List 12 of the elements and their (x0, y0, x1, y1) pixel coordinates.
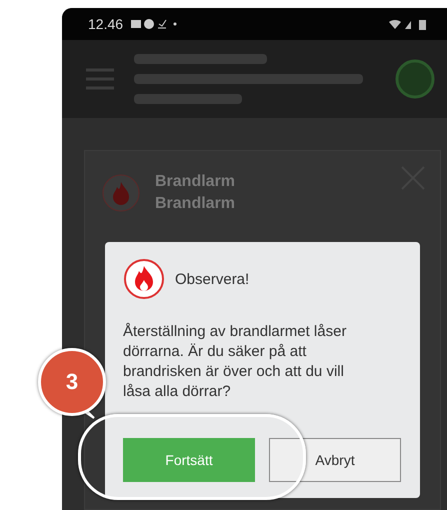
cancel-button[interactable]: Avbryt (269, 438, 401, 482)
avatar-icon[interactable] (395, 59, 435, 99)
status-time: 12.46 (88, 16, 124, 32)
fire-icon (101, 173, 141, 213)
dialog-title: Observera! (175, 270, 250, 288)
signal-battery-icons (389, 18, 429, 30)
dialog-message: Återställning av brandlarmet låser dörrarna. Är du säker på att brandrisken är över och att du vill låsa alla dörrar? (123, 322, 348, 402)
menu-icon[interactable] (86, 67, 114, 91)
step-callout: 3 (38, 348, 106, 416)
alarm-title: Brandlarm (155, 195, 236, 213)
fire-icon (123, 258, 165, 300)
alarm-title: Brandlarm (155, 173, 236, 191)
